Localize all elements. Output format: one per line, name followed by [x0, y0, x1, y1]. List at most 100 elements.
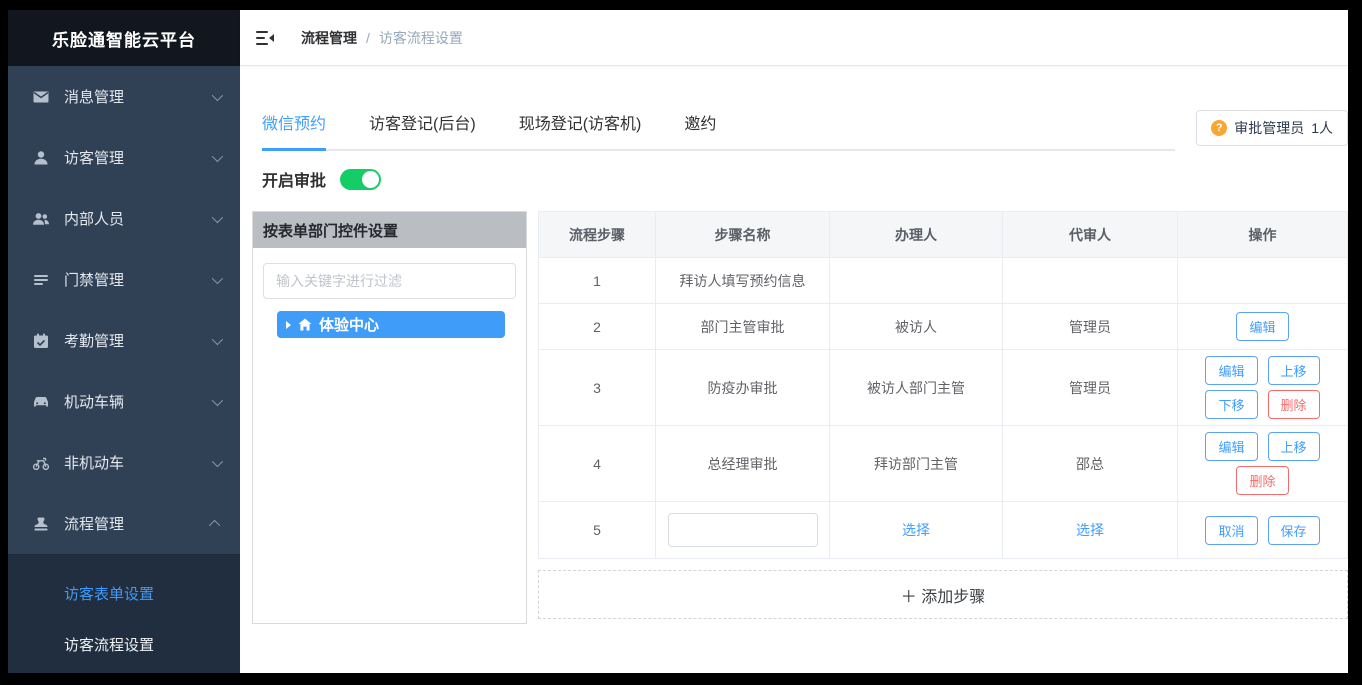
- cell-step: 3: [539, 350, 656, 426]
- chevron-down-icon: [212, 211, 223, 222]
- cell-step-name: 总经理审批: [656, 426, 830, 502]
- table-header-row: 流程步骤 步骤名称 办理人 代审人 操作: [539, 212, 1348, 258]
- edit-button[interactable]: 编辑: [1205, 432, 1257, 461]
- sidebar-item-process[interactable]: 流程管理: [8, 493, 240, 554]
- delete-button[interactable]: 删除: [1236, 466, 1288, 495]
- add-step-button[interactable]: ＋ 添加步骤: [538, 570, 1348, 619]
- approval-admin-label: 审批管理员: [1234, 118, 1304, 138]
- chevron-up-icon: [209, 519, 220, 530]
- sidebar-item-messages[interactable]: 消息管理: [8, 66, 240, 127]
- cell-handler: 拜访部门主管: [830, 426, 1003, 502]
- cell-step: 1: [539, 258, 656, 304]
- sidebar-item-attendance[interactable]: 考勤管理: [8, 310, 240, 371]
- cell-step-name: 部门主管审批: [656, 304, 830, 350]
- handler-select-link[interactable]: 选择: [902, 522, 930, 538]
- panel-header: 按表单部门控件设置: [253, 212, 526, 248]
- cell-deputy: 邵总: [1003, 426, 1178, 502]
- cell-step: 2: [539, 304, 656, 350]
- cell-actions: 编辑: [1178, 304, 1348, 350]
- table-row-editing: 5 选择 选择: [539, 502, 1348, 559]
- cell-actions: [1178, 258, 1348, 304]
- main-area: 流程管理 / 访客流程设置 微信预约 访客登记(后台) 现场登记(访客机) 邀约…: [240, 10, 1348, 673]
- tab-wechat-booking[interactable]: 微信预约: [262, 110, 326, 151]
- cell-actions: 编辑 上移 删除: [1178, 426, 1348, 502]
- sidebar-item-label: 消息管理: [64, 86, 124, 107]
- tree-filter-input[interactable]: [263, 263, 516, 299]
- approval-toggle[interactable]: [340, 169, 381, 190]
- submenu-item-visitor-flow-settings[interactable]: 访客流程设置: [8, 619, 240, 670]
- access-icon: [32, 271, 50, 289]
- save-button[interactable]: 保存: [1268, 516, 1320, 545]
- breadcrumb-item[interactable]: 流程管理: [301, 28, 357, 48]
- page-content: 微信预约 访客登记(后台) 现场登记(访客机) 邀约 ? 审批管理员 1人 开启…: [240, 66, 1348, 673]
- approval-admin-badge[interactable]: ? 审批管理员 1人: [1196, 110, 1348, 146]
- submenu-item-visitor-form-settings[interactable]: 访客表单设置: [8, 568, 240, 619]
- toggle-knob: [362, 171, 379, 188]
- deputy-select-link[interactable]: 选择: [1076, 522, 1104, 538]
- message-icon: [32, 88, 50, 106]
- chevron-down-icon: [212, 89, 223, 100]
- sidebar-item-label: 流程管理: [64, 513, 124, 534]
- table-row: 1 拜访人填写预约信息: [539, 258, 1348, 304]
- sidebar-menu: 消息管理 访客管理 内部人员 门禁管理: [8, 66, 240, 554]
- sidebar-item-staff[interactable]: 内部人员: [8, 188, 240, 249]
- column-header-step-name: 步骤名称: [656, 212, 830, 258]
- breadcrumb-item-current: 访客流程设置: [379, 28, 463, 48]
- visitor-icon: [32, 149, 50, 167]
- tree-node-experience-center[interactable]: 体验中心: [277, 311, 505, 338]
- panel-body: 体验中心: [253, 248, 526, 353]
- approval-toggle-label: 开启审批: [262, 167, 326, 191]
- breadcrumb-separator: /: [366, 30, 370, 46]
- column-header-actions: 操作: [1178, 212, 1348, 258]
- tree-node-label: 体验中心: [319, 314, 379, 335]
- caret-right-icon[interactable]: [286, 321, 291, 329]
- sidebar: 乐脸通智能云平台 消息管理 访客管理 内部人员: [8, 10, 240, 673]
- edit-button[interactable]: 编辑: [1205, 356, 1257, 385]
- cell-step: 5: [539, 502, 656, 559]
- table-row: 4 总经理审批 拜访部门主管 邵总 编辑 上移 删除: [539, 426, 1348, 502]
- chevron-down-icon: [212, 272, 223, 283]
- submenu-item-label: 访客表单设置: [64, 583, 154, 604]
- cell-handler: 被访人部门主管: [830, 350, 1003, 426]
- cancel-button[interactable]: 取消: [1205, 516, 1257, 545]
- breadcrumb: 流程管理 / 访客流程设置: [301, 28, 463, 48]
- sidebar-item-label: 非机动车: [64, 452, 124, 473]
- app-window: 乐脸通智能云平台 消息管理 访客管理 内部人员: [8, 10, 1348, 673]
- move-down-button[interactable]: 下移: [1205, 390, 1257, 419]
- table-row: 2 部门主管审批 被访人 管理员 编辑: [539, 304, 1348, 350]
- department-control-panel: 按表单部门控件设置 体验中心: [252, 211, 527, 624]
- column-header-handler: 办理人: [830, 212, 1003, 258]
- tab-onsite-register-kiosk[interactable]: 现场登记(访客机): [519, 110, 642, 149]
- topbar: 流程管理 / 访客流程设置: [240, 10, 1348, 66]
- tab-bar: 微信预约 访客登记(后台) 现场登记(访客机) 邀约: [262, 110, 1175, 151]
- table-row: 3 防疫办审批 被访人部门主管 管理员 编辑 上移 下移 删除: [539, 350, 1348, 426]
- cell-deputy: 管理员: [1003, 304, 1178, 350]
- cell-deputy: [1003, 258, 1178, 304]
- sidebar-item-vehicles[interactable]: 机动车辆: [8, 371, 240, 432]
- approval-admin-count: 1人: [1311, 118, 1333, 138]
- sidebar-item-non-motor[interactable]: 非机动车: [8, 432, 240, 493]
- sidebar-item-visitors[interactable]: 访客管理: [8, 127, 240, 188]
- submenu-item-label: 访客流程设置: [64, 634, 154, 655]
- attendance-icon: [32, 332, 50, 350]
- car-icon: [32, 393, 50, 411]
- process-icon: [32, 515, 50, 533]
- move-up-button[interactable]: 上移: [1268, 432, 1320, 461]
- cell-handler: 被访人: [830, 304, 1003, 350]
- sidebar-collapse-icon[interactable]: [255, 27, 277, 49]
- sidebar-item-access[interactable]: 门禁管理: [8, 249, 240, 310]
- question-icon: ?: [1211, 120, 1227, 136]
- app-logo: 乐脸通智能云平台: [8, 10, 240, 66]
- cell-actions: 取消 保存: [1178, 502, 1348, 559]
- cell-step-name: 拜访人填写预约信息: [656, 258, 830, 304]
- edit-button[interactable]: 编辑: [1236, 312, 1288, 341]
- move-up-button[interactable]: 上移: [1268, 356, 1320, 385]
- step-name-input[interactable]: [668, 513, 818, 547]
- sidebar-item-label: 机动车辆: [64, 391, 124, 412]
- delete-button[interactable]: 删除: [1268, 390, 1320, 419]
- bike-icon: [32, 454, 50, 472]
- tab-invitation[interactable]: 邀约: [684, 110, 716, 149]
- cell-handler: [830, 258, 1003, 304]
- home-icon: [298, 318, 312, 331]
- tab-visitor-register-backend[interactable]: 访客登记(后台): [369, 110, 476, 149]
